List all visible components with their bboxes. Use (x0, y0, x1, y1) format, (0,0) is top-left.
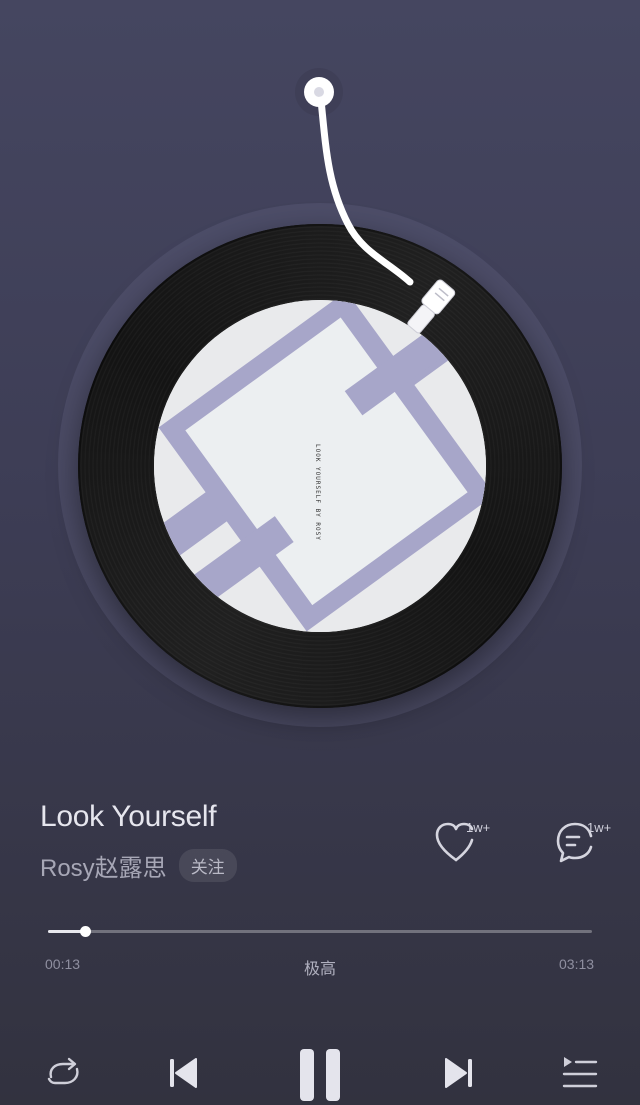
like-button[interactable]: 1w+ (432, 816, 496, 872)
comment-count: 1w+ (587, 820, 612, 835)
song-title: Look Yourself (40, 800, 217, 833)
pause-button[interactable] (292, 1045, 348, 1105)
comment-button[interactable]: 1w+ (553, 816, 617, 872)
tonearm[interactable] (0, 0, 640, 760)
next-icon (445, 1058, 472, 1088)
like-count: 1w+ (466, 820, 491, 835)
follow-button[interactable]: 关注 (178, 849, 237, 882)
progress-bar[interactable] (48, 926, 592, 937)
next-button[interactable] (438, 1045, 480, 1101)
pause-icon (300, 1049, 340, 1101)
total-time: 03:13 (559, 956, 595, 972)
previous-button[interactable] (162, 1045, 204, 1101)
artist-row: Rosy赵露思 关注 (40, 848, 237, 883)
progress-handle[interactable] (79, 926, 91, 937)
repeat-button[interactable] (42, 1045, 84, 1101)
repeat-icon (47, 1057, 79, 1085)
artist-name[interactable]: Rosy赵露思 (40, 848, 167, 883)
previous-icon (170, 1058, 197, 1088)
playlist-icon (562, 1057, 598, 1088)
player-stage: LOOK YOURSELF BY ROSY (0, 0, 640, 760)
quality-toggle[interactable]: 极高 (0, 955, 640, 979)
playlist-button[interactable] (558, 1045, 600, 1101)
